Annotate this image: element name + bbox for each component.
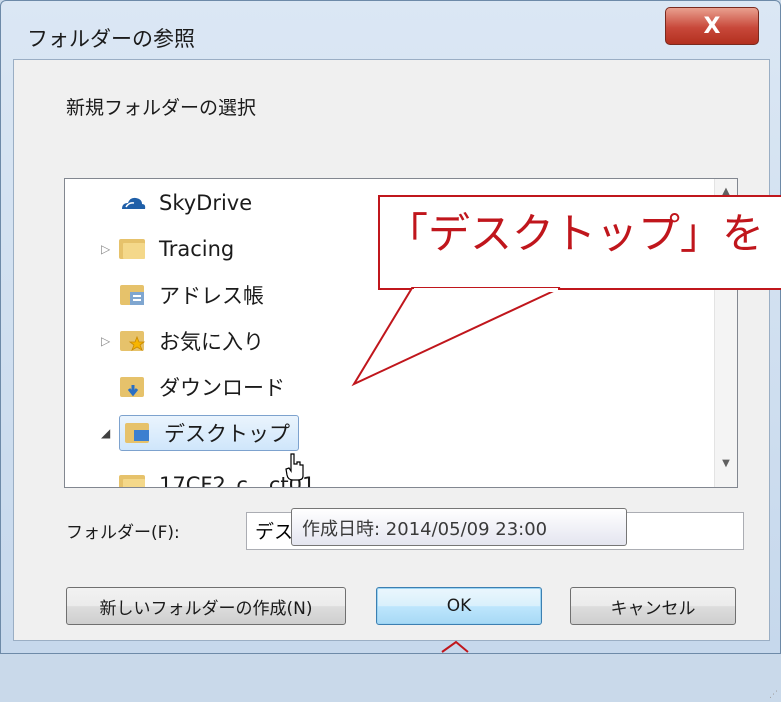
tree-item-label: アドレス帳 <box>159 284 264 308</box>
address-book-icon <box>120 285 144 305</box>
tree-item-label: Tracing <box>159 237 235 261</box>
created-date-tooltip: 作成日時: 2014/05/09 23:00 <box>291 508 627 546</box>
expand-arrow-icon[interactable]: ▷ <box>101 334 115 348</box>
callout-pointer <box>351 287 561 387</box>
ok-button-label: OK <box>446 596 472 616</box>
cancel-button[interactable]: キャンセル <box>570 587 736 625</box>
scroll-down-arrow-icon[interactable]: ▼ <box>719 457 733 471</box>
folder-icon <box>119 237 147 261</box>
cloud-icon <box>122 197 146 209</box>
callout-pointer-bottom <box>441 640 469 653</box>
favorites-folder-icon <box>120 331 146 351</box>
new-folder-button-label: 新しいフォルダーの作成(N) <box>99 598 313 619</box>
resize-grip-icon[interactable]: ⋰ <box>769 690 781 702</box>
tooltip-text: 作成日時: 2014/05/09 23:00 <box>302 519 548 540</box>
window-title: フォルダーの参照 <box>27 27 195 51</box>
folder-input-value: デス <box>255 521 294 543</box>
tree-item-label: デスクトップ <box>164 422 290 446</box>
tree-item-tracing[interactable]: ▷ Tracing <box>101 229 234 269</box>
tree-item-favorites[interactable]: ▷ お気に入り <box>101 321 264 361</box>
folder-icon <box>119 473 147 487</box>
tree-item-label: SkyDrive <box>159 191 253 215</box>
new-folder-button[interactable]: 新しいフォルダーの作成(N) <box>66 587 346 625</box>
instruction-text: 新規フォルダーの選択 <box>66 97 257 119</box>
folder-field-label: フォルダー(F): <box>66 523 180 543</box>
ok-button[interactable]: OK <box>376 587 542 625</box>
selected-item-highlight: デスクトップ <box>119 415 299 451</box>
callout-text: 「デスクトップ」を <box>386 209 765 258</box>
tree-item-desktop[interactable]: ◢ デスクトップ <box>101 413 299 453</box>
tree-item-downloads[interactable]: ダウンロード <box>119 367 285 407</box>
cancel-button-label: キャンセル <box>610 598 696 619</box>
downloads-folder-icon <box>120 377 144 397</box>
tree-item-label: お気に入り <box>159 330 264 354</box>
close-icon: X <box>703 13 721 39</box>
expand-arrow-icon[interactable]: ▷ <box>101 242 115 256</box>
desktop-folder-icon <box>125 423 149 443</box>
close-button[interactable]: X <box>665 7 759 45</box>
tree-item-address-book[interactable]: アドレス帳 <box>119 275 264 315</box>
tree-item-skydrive[interactable]: SkyDrive <box>119 183 252 223</box>
collapse-arrow-icon[interactable]: ◢ <box>101 426 115 440</box>
tree-item-label: ダウンロード <box>159 376 285 400</box>
hand-cursor-icon <box>285 453 304 481</box>
